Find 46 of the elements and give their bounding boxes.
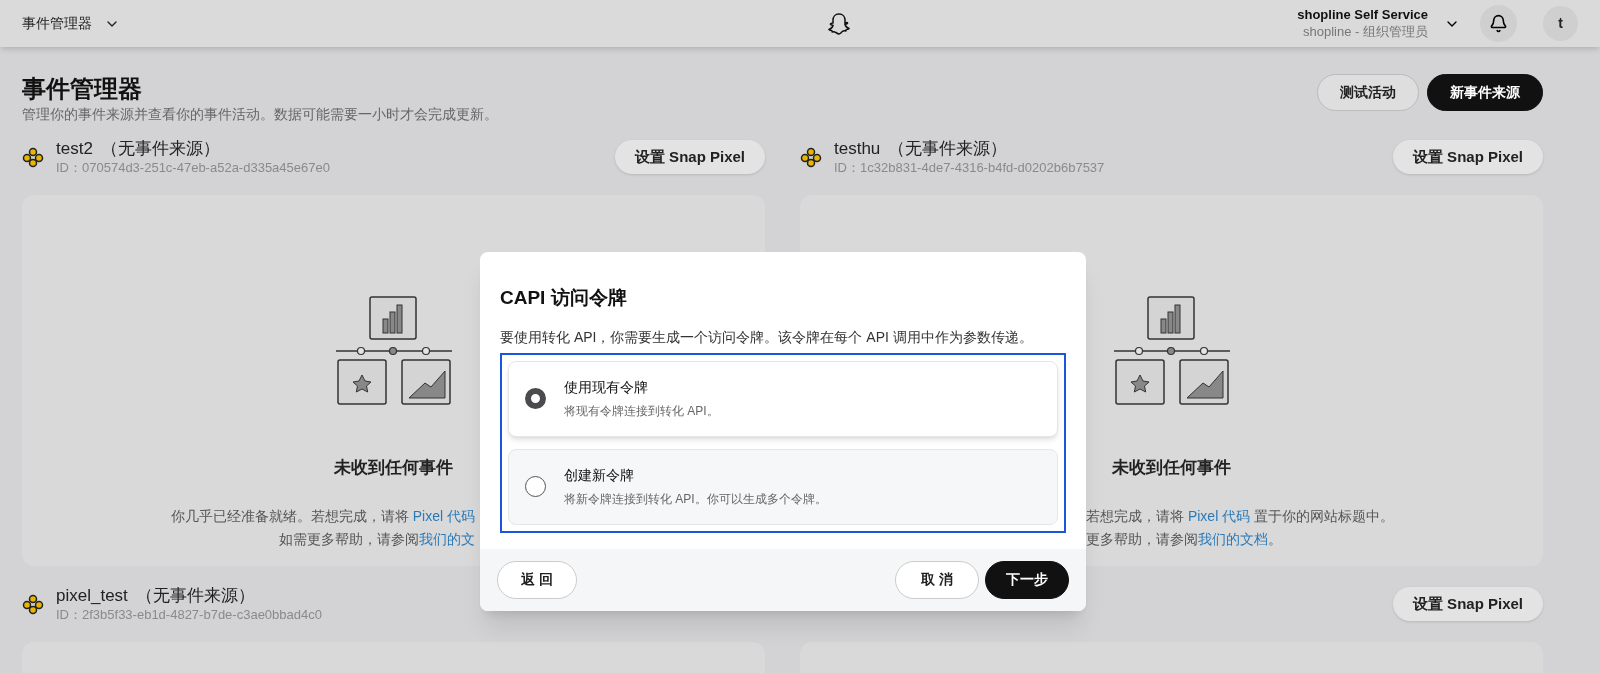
source-status: （无事件来源）: [888, 138, 1008, 160]
page-title: 事件管理器: [22, 74, 143, 104]
setup-pixel-button[interactable]: 设置 Snap Pixel: [1392, 140, 1543, 174]
account-name: shopline Self Service: [1297, 7, 1428, 24]
app-menu[interactable]: 事件管理器: [22, 13, 120, 34]
back-button[interactable]: 返 回: [497, 560, 577, 599]
source-name: test2: [56, 138, 93, 160]
source-icon: [22, 146, 44, 168]
source-id: ID：070574d3-251c-47eb-a52a-d335a45e67e0: [56, 159, 330, 176]
source-id: ID：1c32b831-4de7-4316-b4fd-d0202b6b7537: [834, 159, 1105, 176]
empty-state-text: 若想完成，请将 Pixel 代码 置于你的网站标题中。: [1086, 506, 1394, 526]
dialog-button[interactable]: 取 消: [895, 560, 979, 599]
account-switcher[interactable]: shopline Self Service shopline - 组织管理员: [1297, 7, 1460, 40]
account-role: shopline - 组织管理员: [1303, 23, 1428, 40]
empty-state-title: 未收到任何事件: [334, 457, 453, 479]
token-option[interactable]: 创建新令牌 将新令牌连接到转化 API。你可以生成多个令牌。: [508, 448, 1058, 525]
source-status: （无事件来源）: [135, 585, 255, 607]
radio-button[interactable]: [525, 388, 546, 409]
empty-state-text: 你几乎已经准备就绪。若想完成，请将 Pixel 代码: [170, 506, 475, 526]
page-action-button[interactable]: 测试活动: [1317, 74, 1419, 111]
ghost-logo-icon: [826, 11, 851, 36]
option-description: 将新令牌连接到转化 API。你可以生成多个令牌。: [564, 491, 827, 508]
source-status: （无事件来源）: [100, 138, 220, 160]
setup-pixel-button[interactable]: 设置 Snap Pixel: [614, 140, 765, 174]
token-option[interactable]: 使用现有令牌 将现有令牌连接到转化 API。: [508, 360, 1058, 437]
bell-icon: [1489, 14, 1508, 33]
notifications-button[interactable]: [1480, 5, 1517, 42]
dialog-button[interactable]: 下一步: [985, 560, 1069, 599]
source-icon: [22, 593, 44, 615]
page-subtitle: 管理你的事件来源并查看你的事件活动。数据可能需要一小时才会完成更新。: [22, 105, 498, 124]
empty-state-title: 未收到任何事件: [1112, 457, 1231, 479]
dialog-title: CAPI 访问令牌: [500, 286, 628, 310]
avatar[interactable]: t: [1543, 6, 1578, 41]
option-description: 将现有令牌连接到转化 API。: [564, 403, 719, 420]
source-id: ID：2f3b5f33-eb1d-4827-b7de-c3ae0bbad4c0: [56, 606, 322, 623]
setup-pixel-button[interactable]: 设置 Snap Pixel: [1392, 587, 1543, 621]
empty-state-text: 更多帮助，请参阅我们的文档。: [1086, 529, 1282, 549]
dialog-description: 要使用转化 API，你需要生成一个访问令牌。该令牌在每个 API 调用中作为参数传递。: [500, 327, 1034, 347]
source-name: pixel_test: [56, 585, 128, 607]
option-title: 创建新令牌: [564, 466, 635, 485]
page-action-button[interactable]: 新事件来源: [1427, 74, 1543, 111]
source-name: testhu: [834, 138, 881, 160]
source-icon: [800, 146, 822, 168]
radio-button[interactable]: [525, 476, 546, 497]
option-title: 使用现有令牌: [564, 378, 649, 397]
empty-state-text: 如需更多帮助，请参阅我们的文: [279, 529, 475, 549]
